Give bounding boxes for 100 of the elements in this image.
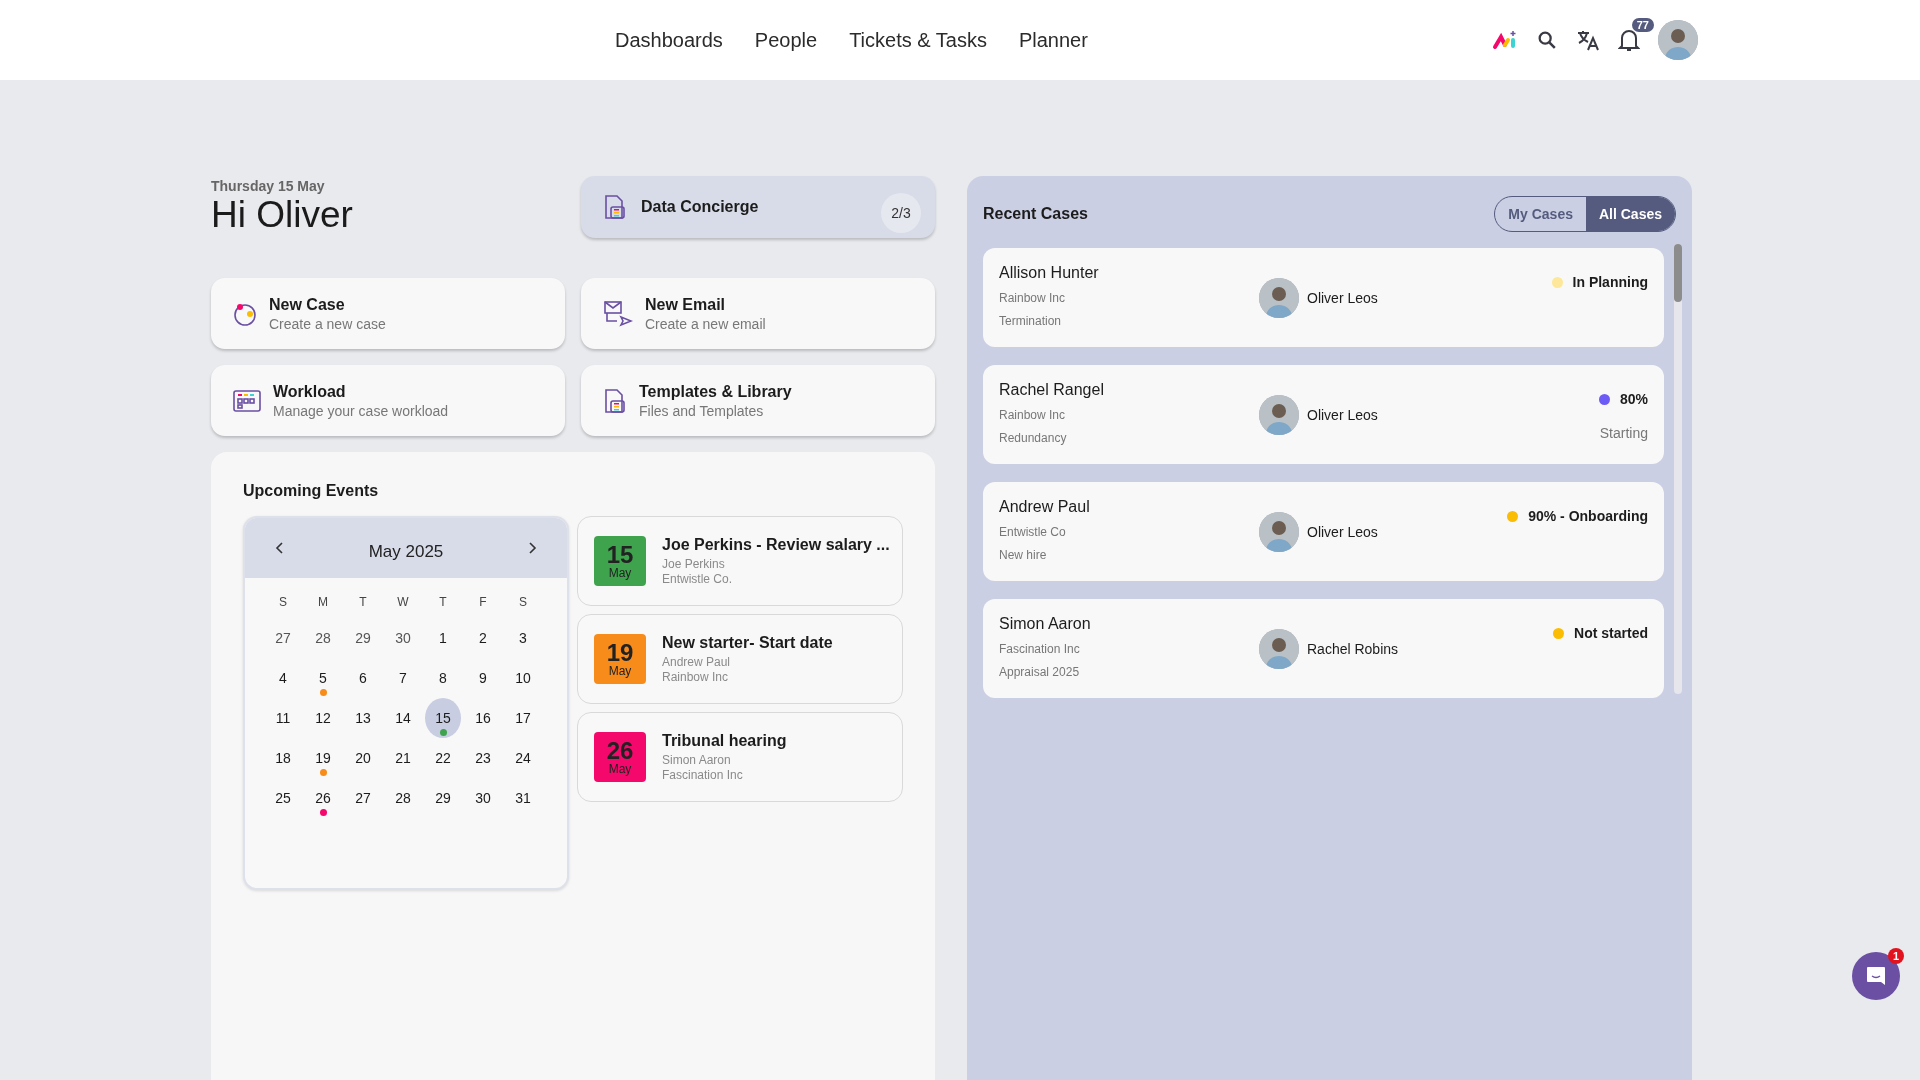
card-subtitle: Create a new case: [269, 315, 386, 332]
card-title: Workload: [273, 382, 347, 401]
owner-avatar: [1259, 278, 1299, 318]
calendar-day[interactable]: 24: [505, 738, 541, 778]
case-card[interactable]: Rachel Rangel Rainbow Inc Redundancy Oliver Leos 80% Starting: [983, 365, 1664, 464]
case-name: Allison Hunter: [999, 264, 1100, 282]
stage-label: Starting: [1599, 425, 1648, 441]
chat-icon: [1865, 965, 1887, 987]
owner-avatar: [1259, 629, 1299, 669]
status-label: Not started: [1574, 625, 1648, 641]
month-label: May 2025: [368, 542, 444, 562]
calendar-day[interactable]: 6: [345, 658, 381, 698]
calendar-day[interactable]: 20: [345, 738, 381, 778]
calendar-day[interactable]: 2: [465, 618, 501, 658]
calendar-day[interactable]: 9: [465, 658, 501, 698]
case-card[interactable]: Andrew Paul Entwistle Co New hire Oliver Leos 90% - Onboarding: [983, 482, 1664, 581]
owner-avatar: [1259, 395, 1299, 435]
calendar-day[interactable]: 17: [505, 698, 541, 738]
owner-name: Oliver Leos: [1307, 407, 1378, 423]
event-company: Entwistle Co.: [662, 572, 734, 586]
scrollbar[interactable]: [1674, 244, 1682, 694]
calendar-day[interactable]: 13: [345, 698, 381, 738]
ai-sparkle-icon[interactable]: [1492, 29, 1518, 51]
calendar-day[interactable]: 23: [465, 738, 501, 778]
filter-toggle[interactable]: My Cases: [1495, 197, 1586, 231]
weekday-label: S: [278, 594, 288, 611]
calendar-day[interactable]: 28: [305, 618, 341, 658]
status-label: In Planning: [1572, 274, 1648, 290]
user-avatar: [1658, 20, 1698, 60]
next-month-icon[interactable]: [527, 541, 537, 555]
notification-badge: 77: [1631, 18, 1654, 32]
event-company: Rainbow Inc: [662, 670, 730, 684]
weekday-label: M: [317, 594, 329, 611]
calendar-day[interactable]: 30: [465, 778, 501, 818]
case-card[interactable]: Allison Hunter Rainbow Inc Termination Oliver Leos In Planning: [983, 248, 1664, 347]
filter-toggle[interactable]: All Cases: [1585, 197, 1675, 231]
owner-name: Oliver Leos: [1307, 290, 1378, 306]
action-card[interactable]: Workload Manage your case workload: [211, 365, 565, 436]
action-card[interactable]: Templates & Library Files and Templates: [581, 365, 935, 436]
calendar-day[interactable]: 31: [505, 778, 541, 818]
search-icon[interactable]: [1536, 29, 1558, 51]
calendar-day[interactable]: 14: [385, 698, 421, 738]
date-label: Thursday 15 May: [211, 178, 326, 194]
nav-link[interactable]: Dashboards: [615, 28, 723, 52]
owner-name: Rachel Robins: [1307, 641, 1399, 657]
panel-title: Recent Cases: [983, 205, 1088, 223]
calendar-day[interactable]: 21: [385, 738, 421, 778]
nav-link[interactable]: Tickets & Tasks: [849, 28, 987, 52]
previous-month-icon[interactable]: [275, 541, 285, 555]
case-company: Fascination Inc: [999, 642, 1081, 656]
owner-name: Oliver Leos: [1307, 524, 1378, 540]
calendar-day[interactable]: 16: [465, 698, 501, 738]
case-name: Rachel Rangel: [999, 381, 1105, 399]
calendar-day[interactable]: 10: [505, 658, 541, 698]
calendar-day[interactable]: 26: [305, 778, 341, 818]
calendar-day[interactable]: 18: [265, 738, 301, 778]
card-title: Data Concierge: [641, 198, 759, 216]
progress-count: 2/3: [881, 193, 921, 233]
event-company: Fascination Inc: [662, 768, 744, 782]
calendar-day[interactable]: 1: [425, 618, 461, 658]
calendar-day[interactable]: 11: [265, 698, 301, 738]
calendar-day[interactable]: 12: [305, 698, 341, 738]
calendar-day[interactable]: 7: [385, 658, 421, 698]
translate-icon[interactable]: [1576, 28, 1600, 52]
data-concierge-card[interactable]: Data Concierge 2/3: [581, 176, 935, 238]
greeting-title: Hi Oliver: [211, 194, 353, 236]
document-folder-icon: [603, 194, 627, 220]
case-type: Termination: [999, 314, 1063, 328]
calendar-day[interactable]: 27: [265, 618, 301, 658]
calendar-day[interactable]: 8: [425, 658, 461, 698]
calendar-day[interactable]: 30: [385, 618, 421, 658]
case-name: Andrew Paul: [999, 498, 1091, 516]
action-card[interactable]: New Case Create a new case: [211, 278, 565, 349]
calendar-day[interactable]: 19: [305, 738, 341, 778]
calendar-day[interactable]: 25: [265, 778, 301, 818]
event-person: Simon Aaron: [662, 753, 732, 767]
nav-link[interactable]: People: [754, 28, 818, 52]
event-person: Andrew Paul: [662, 655, 732, 669]
action-card[interactable]: New Email Create a new email: [581, 278, 935, 349]
event-card[interactable]: 15 May Joe Perkins - Review salary ... Joe Perkins Entwistle Co.: [577, 516, 903, 606]
card-title: Templates & Library: [639, 382, 792, 401]
calendar-day[interactable]: 3: [505, 618, 541, 658]
event-card[interactable]: 26 May Tribunal hearing Simon Aaron Fascination Inc: [577, 712, 903, 802]
weekday-label: T: [358, 594, 368, 611]
nav-link[interactable]: Planner: [1018, 28, 1088, 52]
calendar-day[interactable]: 28: [385, 778, 421, 818]
weekday-label: W: [396, 594, 410, 611]
event-card[interactable]: 19 May New starter- Start date Andrew Paul Rainbow Inc: [577, 614, 903, 704]
calendar-day[interactable]: 4: [265, 658, 301, 698]
calendar-day[interactable]: 27: [345, 778, 381, 818]
event-title: Joe Perkins - Review salary ...: [662, 536, 890, 554]
calendar-day[interactable]: 22: [425, 738, 461, 778]
calendar-day[interactable]: 29: [425, 778, 461, 818]
calendar-day[interactable]: 15: [425, 698, 461, 738]
case-card[interactable]: Simon Aaron Fascination Inc Appraisal 2025 Rachel Robins Not started: [983, 599, 1664, 698]
panel-title: Upcoming Events: [243, 482, 380, 500]
calendar-day[interactable]: 29: [345, 618, 381, 658]
bell-icon[interactable]: [1618, 28, 1640, 52]
case-type: Appraisal 2025: [999, 665, 1081, 679]
calendar-day[interactable]: 5: [305, 658, 341, 698]
